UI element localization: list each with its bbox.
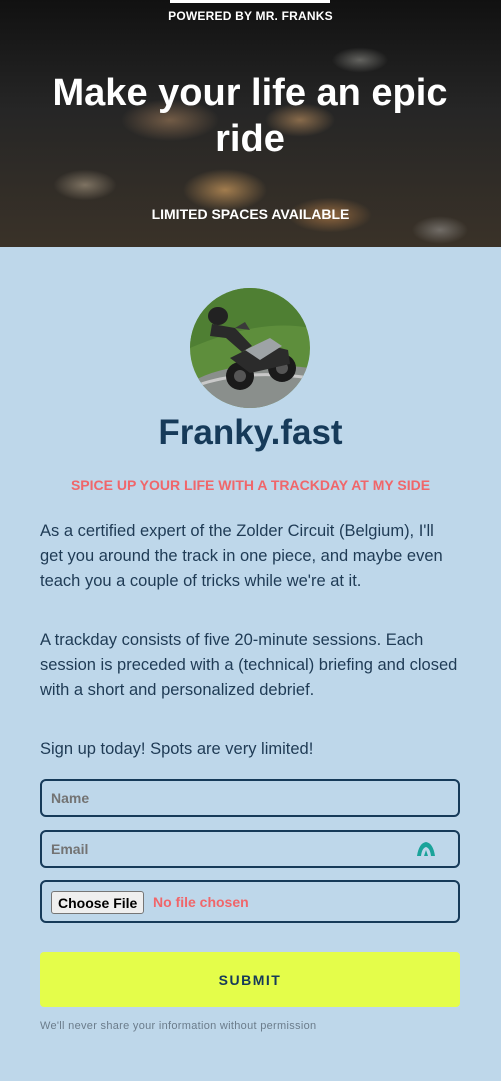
intro-paragraph: As a certified expert of the Zolder Circ… (40, 522, 443, 590)
tagline: SPICE UP YOUR LIFE WITH A TRACKDAY AT MY… (70, 477, 431, 493)
name-field (40, 779, 460, 817)
privacy-note: We'll never share your information witho… (40, 1020, 317, 1032)
email-input[interactable] (42, 832, 458, 866)
submit-button[interactable]: SUBMIT (40, 952, 460, 1007)
headline-part-2: your life (158, 72, 306, 114)
choose-file-button[interactable]: Choose File (51, 891, 145, 914)
main-content: Franky.fast SPICE UP YOUR LIFE WITH A TR… (0, 247, 501, 1081)
file-upload-field: Choose File No file chosen (40, 880, 460, 923)
limited-spaces-label: LIMITED SPACES AVAILABLE (151, 206, 350, 222)
autofill-icon[interactable] (416, 841, 436, 857)
trackday-paragraph: A trackday consists of five 20-minute se… (40, 631, 458, 699)
hero-headline: Make your life an epic ride (30, 70, 470, 162)
avatar (190, 288, 310, 408)
hero-banner: POWERED BY MR. FRANKS Make your life an … (0, 0, 501, 247)
motorcycle-rider-image (190, 288, 310, 408)
hero-top-bar (170, 0, 330, 3)
signup-paragraph: Sign up today! Spots are very limited! (40, 740, 314, 758)
headline-part-1: Make (52, 72, 159, 114)
powered-by-label: POWERED BY MR. FRANKS (168, 9, 333, 23)
headline-part-3: an (305, 72, 372, 114)
name-input[interactable] (42, 781, 458, 815)
email-field (40, 830, 460, 868)
brand-name: Franky.fast (158, 413, 343, 452)
file-status-text: No file chosen (153, 894, 249, 910)
